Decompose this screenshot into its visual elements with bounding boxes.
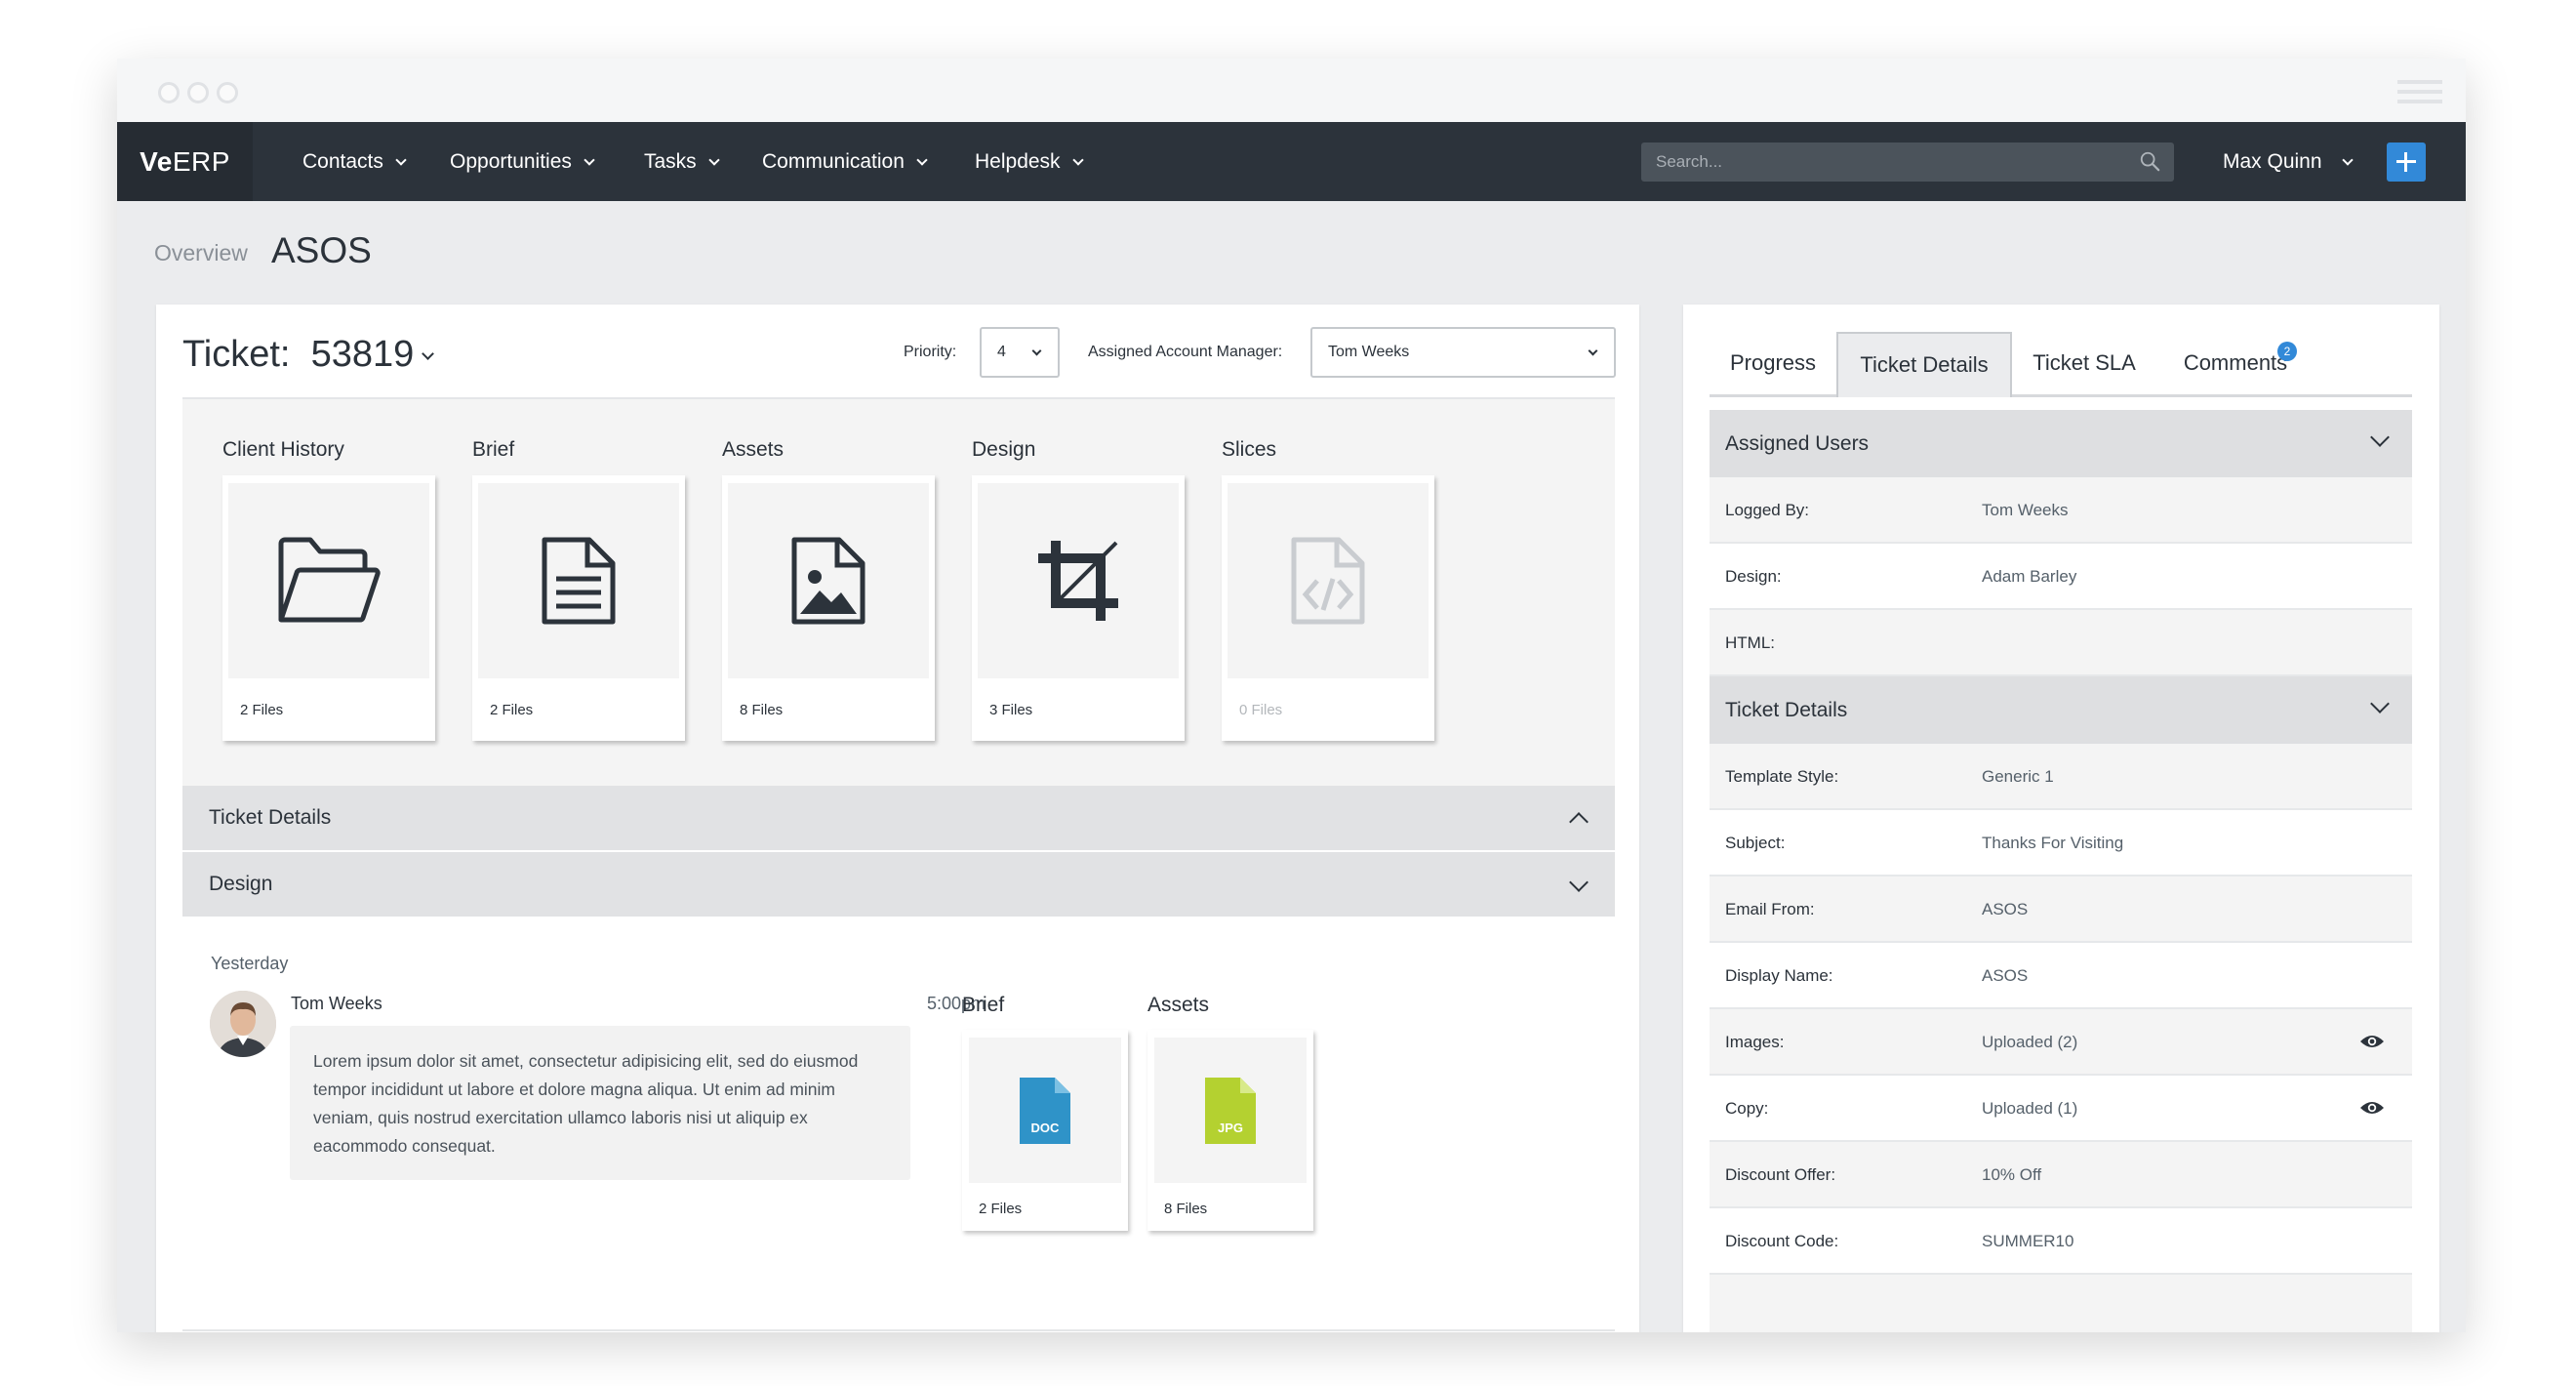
ticket-selector[interactable]: Ticket: 53819 [182, 334, 435, 376]
image-icon [791, 537, 865, 625]
detail-row: Subject: Thanks For Visiting [1710, 810, 2412, 876]
detail-row: Images: Uploaded (2) [1710, 1009, 2412, 1076]
brand-logo[interactable]: VeERP [117, 122, 253, 201]
search-box [1641, 143, 2174, 182]
avatar [210, 991, 276, 1057]
chevron-down-icon [2341, 154, 2354, 166]
chevron-down-icon [1031, 346, 1042, 356]
detail-row: Template Style: Generic 1 [1710, 744, 2412, 810]
detail-row: HTML: [1710, 610, 2412, 676]
window-maximize-dot[interactable] [217, 82, 238, 103]
file-card[interactable]: 2 Files [222, 475, 435, 741]
chevron-down-icon [584, 154, 595, 166]
nav-item-contacts[interactable]: Contacts [302, 122, 407, 201]
svg-text:JPG: JPG [1218, 1121, 1243, 1135]
app-window: VeERP Contacts Opportunities Tasks Commu… [117, 59, 2466, 1332]
page-title: ASOS [271, 230, 372, 270]
file-card[interactable]: 2 Files [472, 475, 685, 741]
detail-row: Discount Offer: 10% Off [1710, 1142, 2412, 1208]
chevron-down-icon [422, 347, 435, 360]
details-tabs: Progress Ticket Details Ticket SLA Comme… [1710, 332, 2412, 397]
search-icon[interactable] [2139, 150, 2160, 172]
chevron-down-icon [2370, 694, 2390, 713]
crop-icon [1038, 541, 1118, 621]
tab-ticket-sla[interactable]: Ticket SLA [2012, 332, 2156, 397]
chevron-down-icon [2370, 428, 2390, 447]
comment-message: Lorem ipsum dolor sit amet, consectetur … [290, 1026, 910, 1180]
detail-row: Display Name: ASOS [1710, 943, 2412, 1009]
tab-progress[interactable]: Progress [1710, 332, 1836, 397]
accordion-design[interactable]: Design [182, 852, 1615, 917]
attachment-card[interactable]: DOC 2 Files [962, 1030, 1128, 1231]
section-ticket-details[interactable]: Ticket Details [1710, 676, 2412, 744]
doc-file-icon: DOC [1020, 1077, 1070, 1144]
file-card[interactable]: 3 Files [972, 475, 1185, 741]
window-close-dot[interactable] [158, 82, 180, 103]
detail-row [1710, 1275, 2412, 1332]
eye-icon[interactable] [2359, 1033, 2385, 1050]
comment-author[interactable]: Tom Weeks [291, 994, 382, 1014]
code-file-icon [1291, 537, 1365, 625]
nav-item-communication[interactable]: Communication [762, 122, 928, 201]
chevron-down-icon [1588, 346, 1598, 356]
tab-ticket-details[interactable]: Ticket Details [1836, 332, 2012, 397]
chevron-down-icon [916, 154, 928, 166]
chevron-down-icon [708, 154, 720, 166]
detail-row: Discount Code: SUMMER10 [1710, 1208, 2412, 1275]
chevron-down-icon [395, 154, 407, 166]
window-minimize-dot[interactable] [187, 82, 209, 103]
breadcrumb-overview[interactable]: Overview [154, 240, 248, 266]
accordion-ticket-details[interactable]: Ticket Details [182, 786, 1615, 850]
file-categories: Client History 2 Files Brief 2 Files Ass… [182, 399, 1615, 786]
jpg-file-icon: JPG [1205, 1077, 1256, 1144]
section-assigned-users[interactable]: Assigned Users [1710, 410, 2412, 477]
detail-row: Email From: ASOS [1710, 876, 2412, 943]
folder-icon [278, 537, 381, 623]
nav-item-opportunities[interactable]: Opportunities [450, 122, 595, 201]
account-manager-label: Assigned Account Manager: [1088, 344, 1283, 360]
svg-text:DOC: DOC [1031, 1121, 1061, 1135]
add-button[interactable] [2387, 143, 2426, 182]
detail-row: Design: Adam Barley [1710, 544, 2412, 610]
account-manager-select[interactable]: Tom Weeks [1310, 327, 1616, 378]
window-titlebar [117, 59, 2466, 122]
priority-label: Priority: [904, 344, 957, 360]
divider [182, 1329, 1615, 1331]
chevron-down-icon [1071, 154, 1084, 166]
detail-row: Copy: Uploaded (1) [1710, 1076, 2412, 1142]
chevron-up-icon [1569, 812, 1589, 832]
chevron-down-icon [1569, 873, 1589, 892]
user-menu[interactable]: Max Quinn [2223, 122, 2354, 201]
document-icon [542, 537, 616, 625]
attachment-card[interactable]: JPG 8 Files [1147, 1030, 1313, 1231]
top-navbar: VeERP Contacts Opportunities Tasks Commu… [117, 122, 2466, 201]
priority-select[interactable]: 4 [980, 327, 1060, 378]
feed-date: Yesterday [211, 954, 289, 973]
nav-item-helpdesk[interactable]: Helpdesk [975, 122, 1084, 201]
comments-count-badge: 2 [2277, 342, 2297, 361]
search-input[interactable] [1641, 143, 2174, 182]
nav-item-tasks[interactable]: Tasks [644, 122, 720, 201]
detail-row: Logged By: Tom Weeks [1710, 477, 2412, 544]
file-card[interactable]: 0 Files [1222, 475, 1434, 741]
file-card[interactable]: 8 Files [722, 475, 935, 741]
hamburger-icon[interactable] [2397, 80, 2442, 103]
eye-icon[interactable] [2359, 1099, 2385, 1117]
ticket-panel: Ticket: 53819 Priority: 4 Assigned Accou… [156, 305, 1639, 1332]
details-panel: Progress Ticket Details Ticket SLA Comme… [1683, 305, 2439, 1332]
